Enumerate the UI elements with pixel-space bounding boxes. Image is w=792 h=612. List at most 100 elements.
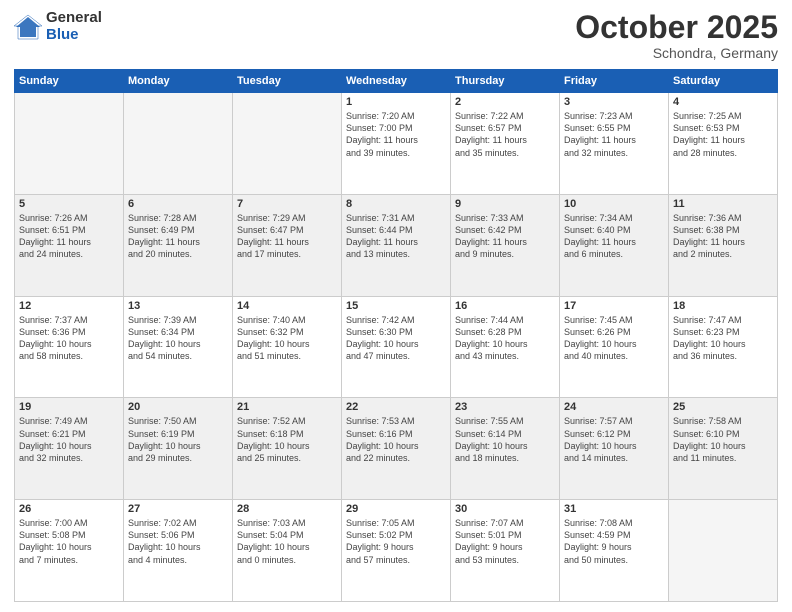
col-saturday: Saturday (669, 70, 778, 93)
day-cell: 30 Sunrise: 7:07 AM Sunset: 5:01 PM Dayli… (451, 500, 560, 602)
day-number: 30 (455, 503, 555, 515)
day-info: Sunrise: 7:50 AM Sunset: 6:19 PM Dayligh… (128, 415, 228, 464)
day-number: 1 (346, 96, 446, 108)
day-cell (15, 93, 124, 195)
day-info: Sunrise: 7:57 AM Sunset: 6:12 PM Dayligh… (564, 415, 664, 464)
day-cell: 1 Sunrise: 7:20 AM Sunset: 7:00 PM Daylig… (342, 93, 451, 195)
day-number: 2 (455, 96, 555, 108)
day-number: 27 (128, 503, 228, 515)
day-info: Sunrise: 7:28 AM Sunset: 6:49 PM Dayligh… (128, 212, 228, 261)
col-wednesday: Wednesday (342, 70, 451, 93)
day-cell: 10 Sunrise: 7:34 AM Sunset: 6:40 PM Dayli… (560, 194, 669, 296)
day-cell: 26 Sunrise: 7:00 AM Sunset: 5:08 PM Dayli… (15, 500, 124, 602)
day-cell: 24 Sunrise: 7:57 AM Sunset: 6:12 PM Dayli… (560, 398, 669, 500)
day-number: 5 (19, 198, 119, 210)
day-cell: 28 Sunrise: 7:03 AM Sunset: 5:04 PM Dayli… (233, 500, 342, 602)
day-number: 15 (346, 300, 446, 312)
day-number: 26 (19, 503, 119, 515)
day-cell: 21 Sunrise: 7:52 AM Sunset: 6:18 PM Dayli… (233, 398, 342, 500)
week-row-5: 26 Sunrise: 7:00 AM Sunset: 5:08 PM Dayli… (15, 500, 778, 602)
month-title: October 2025 (575, 10, 778, 45)
day-number: 17 (564, 300, 664, 312)
day-cell: 31Sunrise: 7:08 AM Sunset: 4:59 PM Dayli… (560, 500, 669, 602)
day-info: Sunrise: 7:47 AM Sunset: 6:23 PM Dayligh… (673, 314, 773, 363)
logo-icon (14, 13, 42, 41)
day-cell: 29 Sunrise: 7:05 AM Sunset: 5:02 PM Dayli… (342, 500, 451, 602)
day-info: Sunrise: 7:55 AM Sunset: 6:14 PM Dayligh… (455, 415, 555, 464)
day-cell: 14 Sunrise: 7:40 AM Sunset: 6:32 PM Dayli… (233, 296, 342, 398)
day-info: Sunrise: 7:36 AM Sunset: 6:38 PM Dayligh… (673, 212, 773, 261)
day-info: Sunrise: 7:31 AM Sunset: 6:44 PM Dayligh… (346, 212, 446, 261)
day-cell: 27 Sunrise: 7:02 AM Sunset: 5:06 PM Dayli… (124, 500, 233, 602)
logo: General Blue (14, 10, 102, 43)
day-number: 20 (128, 401, 228, 413)
day-info: Sunrise: 7:58 AM Sunset: 6:10 PM Dayligh… (673, 415, 773, 464)
day-cell: 18 Sunrise: 7:47 AM Sunset: 6:23 PM Dayli… (669, 296, 778, 398)
day-info: Sunrise: 7:34 AM Sunset: 6:40 PM Dayligh… (564, 212, 664, 261)
day-info: Sunrise: 7:05 AM Sunset: 5:02 PM Dayligh… (346, 517, 446, 566)
day-info: Sunrise: 7:02 AM Sunset: 5:06 PM Dayligh… (128, 517, 228, 566)
week-row-3: 12Sunrise: 7:37 AM Sunset: 6:36 PM Dayli… (15, 296, 778, 398)
day-number: 24 (564, 401, 664, 413)
day-info: Sunrise: 7:33 AM Sunset: 6:42 PM Dayligh… (455, 212, 555, 261)
calendar-page: General Blue October 2025 Schondra, Germ… (0, 0, 792, 612)
day-info: Sunrise: 7:45 AM Sunset: 6:26 PM Dayligh… (564, 314, 664, 363)
day-number: 6 (128, 198, 228, 210)
col-friday: Friday (560, 70, 669, 93)
week-row-2: 5 Sunrise: 7:26 AM Sunset: 6:51 PM Daylig… (15, 194, 778, 296)
day-number: 18 (673, 300, 773, 312)
day-info: Sunrise: 7:22 AM Sunset: 6:57 PM Dayligh… (455, 110, 555, 159)
col-monday: Monday (124, 70, 233, 93)
day-number: 21 (237, 401, 337, 413)
day-cell: 23 Sunrise: 7:55 AM Sunset: 6:14 PM Dayli… (451, 398, 560, 500)
day-info: Sunrise: 7:26 AM Sunset: 6:51 PM Dayligh… (19, 212, 119, 261)
day-number: 14 (237, 300, 337, 312)
day-number: 9 (455, 198, 555, 210)
logo-blue: Blue (46, 27, 102, 44)
day-cell (124, 93, 233, 195)
day-info: Sunrise: 7:07 AM Sunset: 5:01 PM Dayligh… (455, 517, 555, 566)
day-cell: 7 Sunrise: 7:29 AM Sunset: 6:47 PM Daylig… (233, 194, 342, 296)
day-cell: 4Sunrise: 7:25 AM Sunset: 6:53 PM Daylig… (669, 93, 778, 195)
day-info: Sunrise: 7:53 AM Sunset: 6:16 PM Dayligh… (346, 415, 446, 464)
col-thursday: Thursday (451, 70, 560, 93)
day-number: 28 (237, 503, 337, 515)
calendar-table: Sunday Monday Tuesday Wednesday Thursday… (14, 69, 778, 602)
day-number: 25 (673, 401, 773, 413)
day-number: 8 (346, 198, 446, 210)
day-info: Sunrise: 7:03 AM Sunset: 5:04 PM Dayligh… (237, 517, 337, 566)
day-info: Sunrise: 7:42 AM Sunset: 6:30 PM Dayligh… (346, 314, 446, 363)
header: General Blue October 2025 Schondra, Germ… (14, 10, 778, 61)
day-info: Sunrise: 7:25 AM Sunset: 6:53 PM Dayligh… (673, 110, 773, 159)
day-cell: 17 Sunrise: 7:45 AM Sunset: 6:26 PM Dayli… (560, 296, 669, 398)
day-info: Sunrise: 7:44 AM Sunset: 6:28 PM Dayligh… (455, 314, 555, 363)
day-info: Sunrise: 7:00 AM Sunset: 5:08 PM Dayligh… (19, 517, 119, 566)
day-info: Sunrise: 7:29 AM Sunset: 6:47 PM Dayligh… (237, 212, 337, 261)
day-cell: 6 Sunrise: 7:28 AM Sunset: 6:49 PM Daylig… (124, 194, 233, 296)
day-info: Sunrise: 7:39 AM Sunset: 6:34 PM Dayligh… (128, 314, 228, 363)
day-cell: 16Sunrise: 7:44 AM Sunset: 6:28 PM Dayli… (451, 296, 560, 398)
day-info: Sunrise: 7:23 AM Sunset: 6:55 PM Dayligh… (564, 110, 664, 159)
day-number: 23 (455, 401, 555, 413)
day-info: Sunrise: 7:20 AM Sunset: 7:00 PM Dayligh… (346, 110, 446, 159)
day-cell (669, 500, 778, 602)
day-number: 12 (19, 300, 119, 312)
day-number: 22 (346, 401, 446, 413)
day-number: 19 (19, 401, 119, 413)
day-info: Sunrise: 7:52 AM Sunset: 6:18 PM Dayligh… (237, 415, 337, 464)
day-cell: 9 Sunrise: 7:33 AM Sunset: 6:42 PM Daylig… (451, 194, 560, 296)
day-cell: 25 Sunrise: 7:58 AM Sunset: 6:10 PM Dayli… (669, 398, 778, 500)
day-cell (233, 93, 342, 195)
day-cell: 20 Sunrise: 7:50 AM Sunset: 6:19 PM Dayli… (124, 398, 233, 500)
day-cell: 22 Sunrise: 7:53 AM Sunset: 6:16 PM Dayli… (342, 398, 451, 500)
week-row-1: 1 Sunrise: 7:20 AM Sunset: 7:00 PM Daylig… (15, 93, 778, 195)
day-number: 10 (564, 198, 664, 210)
day-number: 7 (237, 198, 337, 210)
calendar-body: 1 Sunrise: 7:20 AM Sunset: 7:00 PM Daylig… (15, 93, 778, 602)
week-row-4: 19Sunrise: 7:49 AM Sunset: 6:21 PM Dayli… (15, 398, 778, 500)
location-subtitle: Schondra, Germany (575, 45, 778, 61)
day-info: Sunrise: 7:40 AM Sunset: 6:32 PM Dayligh… (237, 314, 337, 363)
day-number: 29 (346, 503, 446, 515)
logo-general: General (46, 10, 102, 27)
day-number: 3 (564, 96, 664, 108)
